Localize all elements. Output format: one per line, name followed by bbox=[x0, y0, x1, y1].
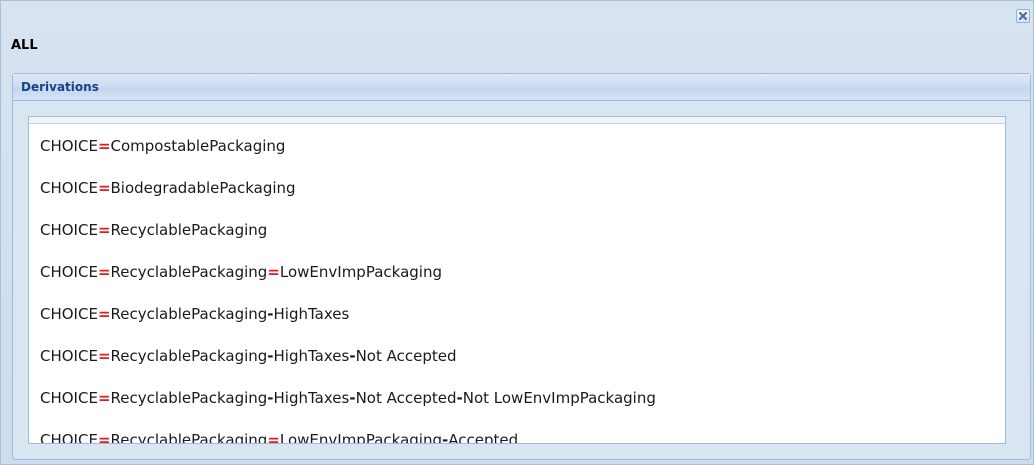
derivation-term: BiodegradablePackaging bbox=[110, 179, 296, 197]
derivation-term: CHOICE bbox=[40, 431, 98, 444]
derivation-item[interactable]: CHOICE=RecyclablePackaging-HighTaxes bbox=[40, 293, 1005, 335]
derivation-term: CHOICE bbox=[40, 305, 98, 323]
derivation-term: Not LowEnvImpPackaging bbox=[462, 389, 656, 407]
derivation-item[interactable]: CHOICE=RecyclablePackaging-HighTaxes-Not… bbox=[40, 335, 1005, 377]
derivation-term: LowEnvImpPackaging bbox=[279, 431, 442, 444]
derivation-term: CHOICE bbox=[40, 179, 98, 197]
derivation-item[interactable]: CHOICE=CompostablePackaging bbox=[40, 125, 1005, 167]
derivation-term: HighTaxes bbox=[273, 305, 350, 323]
derivation-item[interactable]: CHOICE=RecyclablePackaging bbox=[40, 209, 1005, 251]
equals-operator: = bbox=[97, 347, 111, 365]
derivation-term: CompostablePackaging bbox=[110, 137, 286, 155]
equals-operator: = bbox=[97, 137, 111, 155]
derivation-term: RecyclablePackaging bbox=[110, 221, 268, 239]
derivation-item[interactable]: CHOICE=RecyclablePackaging=LowEnvImpPack… bbox=[40, 251, 1005, 293]
derivation-term: Not Accepted bbox=[355, 389, 457, 407]
derivation-term: CHOICE bbox=[40, 221, 98, 239]
close-button[interactable] bbox=[1016, 9, 1030, 23]
derivation-item[interactable]: CHOICE=RecyclablePackaging=LowEnvImpPack… bbox=[40, 419, 1005, 444]
equals-operator: = bbox=[97, 179, 111, 197]
equals-operator: = bbox=[267, 263, 280, 281]
derivation-term: CHOICE bbox=[40, 137, 98, 155]
derivation-term: Accepted bbox=[448, 431, 519, 444]
derivation-term: HighTaxes bbox=[273, 347, 350, 365]
derivation-item[interactable]: CHOICE=BiodegradablePackaging bbox=[40, 167, 1005, 209]
close-icon bbox=[1019, 12, 1027, 20]
derivations-list: CHOICE=CompostablePackaging CHOICE=Biodeg… bbox=[29, 125, 1005, 444]
list-top-bar bbox=[29, 117, 1005, 124]
equals-operator: = bbox=[97, 221, 111, 239]
derivations-panel: Derivations CHOICE=CompostablePackaging C… bbox=[12, 73, 1031, 460]
derivation-term: CHOICE bbox=[40, 389, 98, 407]
equals-operator: = bbox=[97, 305, 111, 323]
derivations-window: ALL Derivations CHOICE=CompostablePackag… bbox=[0, 0, 1034, 465]
window-title: ALL bbox=[11, 38, 38, 53]
derivation-term: CHOICE bbox=[40, 263, 98, 281]
derivation-term: CHOICE bbox=[40, 347, 98, 365]
derivation-term: RecyclablePackaging bbox=[110, 263, 268, 281]
derivation-term: LowEnvImpPackaging bbox=[279, 263, 442, 281]
derivation-term: RecyclablePackaging bbox=[110, 347, 268, 365]
derivation-term: RecyclablePackaging bbox=[110, 431, 268, 444]
derivations-list-box[interactable]: CHOICE=CompostablePackaging CHOICE=Biodeg… bbox=[28, 116, 1006, 444]
derivation-term: RecyclablePackaging bbox=[110, 389, 268, 407]
equals-operator: = bbox=[267, 431, 280, 444]
derivation-item[interactable]: CHOICE=RecyclablePackaging-HighTaxes-Not… bbox=[40, 377, 1005, 419]
panel-title: Derivations bbox=[21, 80, 99, 94]
equals-operator: = bbox=[97, 263, 111, 281]
derivation-term: HighTaxes bbox=[273, 389, 350, 407]
panel-header: Derivations bbox=[13, 74, 1030, 101]
equals-operator: = bbox=[97, 389, 111, 407]
derivation-term: Not Accepted bbox=[355, 347, 457, 365]
equals-operator: = bbox=[97, 431, 111, 444]
derivation-term: RecyclablePackaging bbox=[110, 305, 268, 323]
